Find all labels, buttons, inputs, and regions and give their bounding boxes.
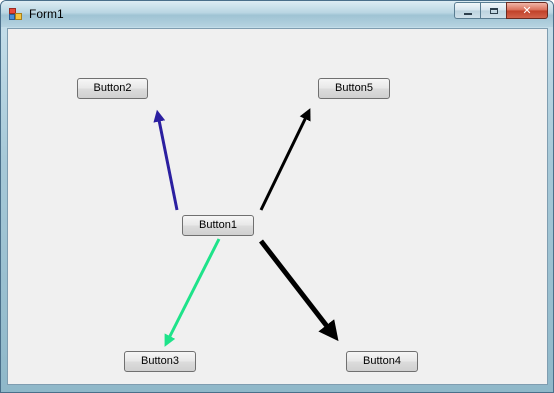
arrow-to-button2 (153, 109, 179, 211)
form-window: Form1 ✕ Button2 Button5 Button1 Button3 … (0, 0, 554, 393)
arrow-to-button4 (259, 239, 339, 342)
button3[interactable]: Button3 (124, 351, 196, 372)
arrow-to-button5 (259, 108, 311, 211)
button4[interactable]: Button4 (346, 351, 418, 372)
button2[interactable]: Button2 (77, 78, 148, 99)
arrows-layer (153, 108, 339, 347)
button5[interactable]: Button5 (318, 78, 390, 99)
button1[interactable]: Button1 (182, 215, 254, 236)
arrow-to-button3 (164, 238, 221, 347)
